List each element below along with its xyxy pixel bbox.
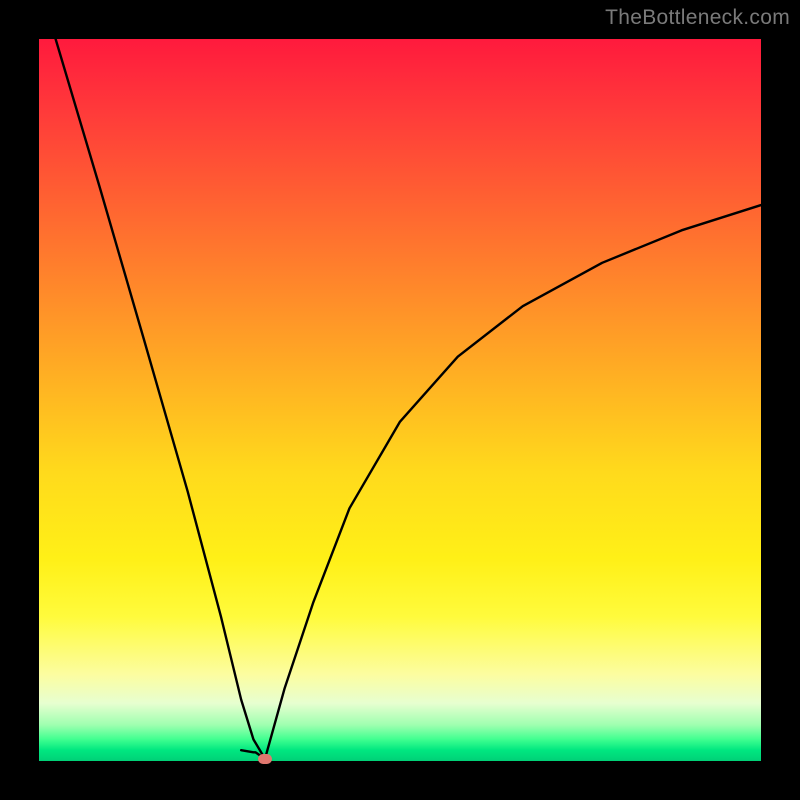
chart-frame: TheBottleneck.com [0,0,800,800]
bottleneck-marker [258,754,272,764]
plot-area [39,39,761,761]
watermark-text: TheBottleneck.com [605,6,790,30]
curve-right-branch [265,205,761,759]
curve-svg [39,39,761,761]
curve-left-branch [56,39,265,759]
